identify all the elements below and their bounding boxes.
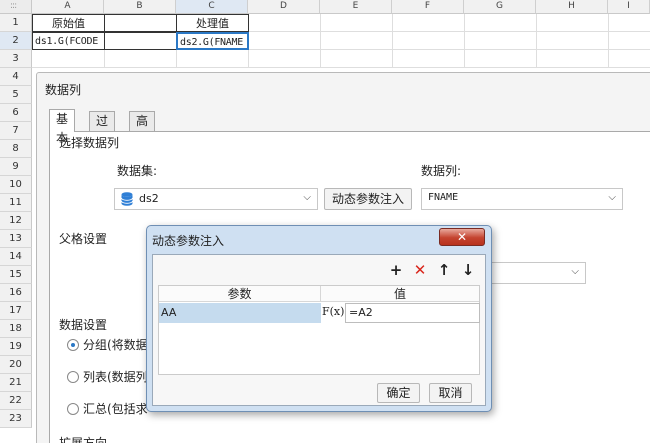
column-header-g[interactable]: G	[464, 0, 536, 14]
row-header-8[interactable]: 8	[0, 140, 32, 158]
dataset-label: 数据集:	[117, 164, 158, 178]
row-header-6[interactable]: 6	[0, 104, 32, 122]
row-header-12[interactable]: 12	[0, 212, 32, 230]
column-header-d[interactable]: D	[248, 0, 320, 14]
dynamic-param-button[interactable]: 动态参数注入	[324, 188, 412, 210]
row-header-18[interactable]: 18	[0, 320, 32, 338]
cell-c2[interactable]: ds2.G(FNAME	[176, 32, 249, 50]
row-header-22[interactable]: 22	[0, 392, 32, 410]
row-header-20[interactable]: 20	[0, 356, 32, 374]
formula-icon[interactable]: F(x)	[322, 303, 344, 323]
radio-group[interactable]: 分组(将数据	[67, 336, 148, 353]
dataset-value: ds2	[139, 192, 159, 205]
popup-title: 动态参数注入	[152, 234, 225, 248]
cell-b1[interactable]	[104, 14, 177, 32]
row-header-17[interactable]: 17	[0, 302, 32, 320]
row-header-23[interactable]: 23	[0, 410, 32, 428]
parent-cell-section-label: 父格设置	[59, 232, 108, 246]
chevron-down-icon: ⌵	[608, 192, 616, 203]
row-header-10[interactable]: 10	[0, 176, 32, 194]
cell-c1[interactable]: 处理值	[176, 14, 249, 32]
param-value-input[interactable]: =A2	[345, 303, 480, 323]
ok-button[interactable]: 确定	[377, 383, 420, 403]
column-header-c[interactable]: C	[176, 0, 248, 14]
delete-icon[interactable]: ✕	[411, 261, 429, 279]
radio-icon	[67, 371, 79, 383]
cell-a1[interactable]: 原始值	[32, 14, 105, 32]
close-icon: ✕	[456, 230, 468, 244]
tab-advanced[interactable]: 高级	[129, 111, 156, 147]
grid-line	[392, 14, 393, 68]
param-column-header: 参数	[159, 286, 321, 302]
row-header-19[interactable]: 19	[0, 338, 32, 356]
radio-list-label: 列表(数据列	[83, 370, 148, 384]
column-value: FNAME	[428, 192, 459, 203]
column-header-f[interactable]: F	[392, 0, 464, 14]
row-header-21[interactable]: 21	[0, 374, 32, 392]
radio-icon	[67, 403, 79, 415]
row-header-13[interactable]: 13	[0, 230, 32, 248]
value-column-header: 值	[321, 286, 479, 302]
row-header-3[interactable]: 3	[0, 50, 32, 68]
cancel-button[interactable]: 取消	[429, 383, 472, 403]
grid-line	[608, 14, 609, 68]
row-header-4[interactable]: 4	[0, 68, 32, 86]
radio-summary-label: 汇总(包括求	[83, 402, 148, 416]
tab-basic[interactable]: 基本	[49, 109, 76, 145]
cell-b2[interactable]	[104, 32, 177, 50]
param-name-cell[interactable]: AA	[159, 303, 321, 323]
chevron-down-icon: ⌵	[571, 266, 579, 277]
row-header-2[interactable]: 2	[0, 32, 32, 50]
select-all-corner[interactable]: :::	[0, 0, 32, 14]
grid-line	[464, 14, 465, 68]
column-header-b[interactable]: B	[104, 0, 176, 14]
parent-cell-select[interactable]: ⌵	[480, 262, 586, 284]
close-button[interactable]: ✕	[439, 228, 485, 246]
row-header-1[interactable]: 1	[0, 14, 32, 32]
move-down-icon[interactable]: ↓	[459, 261, 477, 279]
dialog-title: 数据列	[45, 83, 82, 97]
radio-list[interactable]: 列表(数据列	[67, 368, 148, 385]
radio-checked-icon	[67, 339, 79, 351]
dataset-select[interactable]: ds2 ⌵	[114, 188, 318, 210]
column-header-e[interactable]: E	[320, 0, 392, 14]
column-header-i[interactable]: I	[608, 0, 650, 14]
row-header-11[interactable]: 11	[0, 194, 32, 212]
popup-content: + ✕ ↑ ↓ 参数 值 AA F(x) =A2 确定 取消	[152, 254, 486, 406]
radio-group-label: 分组(将数据	[83, 338, 148, 352]
database-icon	[121, 192, 133, 206]
data-settings-section-label: 数据设置	[59, 318, 108, 332]
cell-a2[interactable]: ds1.G(FCODE	[32, 32, 105, 50]
expand-direction-section-label: 扩展方向	[59, 436, 108, 443]
row-header-9[interactable]: 9	[0, 158, 32, 176]
column-header-a[interactable]: A	[32, 0, 104, 14]
column-label: 数据列:	[421, 164, 462, 178]
tab-filter[interactable]: 过滤	[89, 111, 116, 147]
row-header-7[interactable]: 7	[0, 122, 32, 140]
chevron-down-icon: ⌵	[303, 192, 311, 203]
move-up-icon[interactable]: ↑	[435, 261, 453, 279]
radio-summary[interactable]: 汇总(包括求	[67, 400, 148, 417]
column-select[interactable]: FNAME ⌵	[421, 188, 623, 210]
row-header-5[interactable]: 5	[0, 86, 32, 104]
add-icon[interactable]: +	[387, 261, 405, 279]
grid-line	[320, 14, 321, 68]
grid-line	[32, 67, 650, 68]
column-header-h[interactable]: H	[536, 0, 608, 14]
param-table: 参数 值 AA F(x) =A2	[158, 285, 480, 375]
grid-line	[536, 14, 537, 68]
dynamic-param-popup: 动态参数注入 ✕ + ✕ ↑ ↓ 参数 值 AA F(x) =A2 确定 取消	[146, 225, 492, 412]
row-header-14[interactable]: 14	[0, 248, 32, 266]
row-header-15[interactable]: 15	[0, 266, 32, 284]
row-header-16[interactable]: 16	[0, 284, 32, 302]
